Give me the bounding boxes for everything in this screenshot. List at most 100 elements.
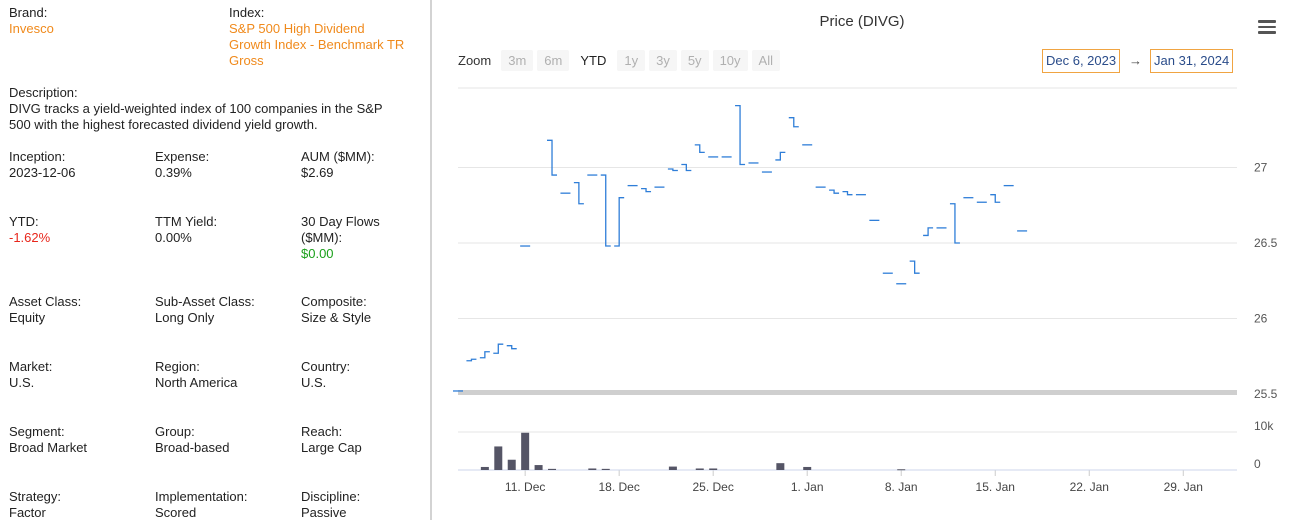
expense-field: Expense: 0.39%	[155, 149, 209, 181]
price-step-mark	[949, 203, 960, 244]
segment-field: Segment: Broad Market	[9, 424, 87, 456]
price-step-mark	[641, 187, 652, 193]
price-step-mark	[829, 189, 840, 194]
composite-value: Size & Style	[301, 310, 372, 325]
description-line-2: 500 with the highest forecasted dividend…	[9, 117, 318, 132]
description-field: Description: DIVG tracks a yield-weighte…	[9, 85, 383, 133]
volume-bar	[521, 432, 530, 470]
discipline-value: Passive	[301, 505, 347, 520]
group-field: Group: Broad-based	[155, 424, 229, 456]
strategy-field: Strategy: Factor	[9, 489, 61, 520]
strategy-value: Factor	[9, 505, 46, 520]
segment-value: Broad Market	[9, 440, 88, 455]
x-tick-label: 29. Jan	[1164, 480, 1203, 494]
reach-value: Large Cap	[301, 440, 362, 455]
flows-value: $0.00	[301, 246, 334, 261]
volume-bar	[480, 466, 489, 470]
description-label: Description:	[9, 85, 78, 100]
ytd-label: YTD:	[9, 214, 39, 229]
volume-bar	[803, 466, 812, 470]
volume-bar	[548, 468, 557, 470]
implementation-value: Scored	[155, 505, 197, 520]
fund-info-panel: Brand: Invesco Index: S&P 500 High Divid…	[0, 0, 430, 520]
index-label: Index:	[229, 5, 265, 20]
group-label: Group:	[155, 424, 195, 439]
price-tick-label: 26	[1254, 312, 1268, 326]
description-line-1: DIVG tracks a yield-weighted index of 10…	[9, 101, 383, 116]
flows-label-line-2: ($MM):	[301, 230, 343, 245]
volume-bar	[534, 465, 543, 470]
ttm-yield-field: TTM Yield: 0.00%	[155, 214, 217, 246]
country-label: Country:	[301, 359, 351, 374]
app-root: Brand: Invesco Index: S&P 500 High Divid…	[0, 0, 1292, 520]
index-value-line-2[interactable]: Growth Index - Benchmark TR	[229, 37, 404, 53]
price-chart-panel: Price (DIVG) Zoom 3m 6m YTD 1y 3y 5y 10y…	[432, 0, 1292, 520]
x-tick-label: 1. Jan	[791, 480, 824, 494]
price-tick-label: 26.5	[1254, 236, 1278, 250]
inception-label: Inception:	[9, 149, 66, 164]
strategy-label: Strategy:	[9, 489, 62, 504]
country-field: Country: U.S.	[301, 359, 350, 391]
price-step-mark	[493, 343, 504, 354]
discipline-field: Discipline: Passive	[301, 489, 360, 520]
sub-asset-class-label: Sub-Asset Class:	[155, 294, 255, 309]
volume-bar	[695, 468, 704, 470]
aum-value: $2.69	[301, 165, 334, 180]
price-step-mark	[479, 351, 490, 359]
market-field: Market: U.S.	[9, 359, 52, 391]
asset-class-label: Asset Class:	[9, 294, 82, 309]
volume-bar	[897, 469, 906, 471]
ttm-yield-value: 0.00%	[155, 230, 192, 245]
price-series	[453, 104, 1028, 392]
volume-series	[480, 432, 906, 471]
price-step-mark	[600, 174, 611, 247]
price-tick-label: 25.5	[1254, 387, 1278, 401]
price-step-mark	[788, 117, 799, 128]
sub-asset-class-field: Sub-Asset Class: Long Only	[155, 294, 255, 326]
volume-tick-label: 10k	[1254, 419, 1274, 433]
x-tick-label: 15. Jan	[976, 480, 1015, 494]
price-step-mark	[735, 104, 746, 166]
reach-field: Reach: Large Cap	[301, 424, 362, 456]
region-value: North America	[155, 375, 238, 390]
market-label: Market:	[9, 359, 53, 374]
volume-bar	[776, 463, 785, 470]
inception-value: 2023-12-06	[9, 165, 76, 180]
country-value: U.S.	[301, 375, 327, 390]
volume-bar	[494, 446, 503, 470]
price-step-mark	[923, 227, 934, 237]
expense-value: 0.39%	[155, 165, 192, 180]
volume-bar	[668, 466, 677, 470]
index-value-line-3[interactable]: Gross	[229, 53, 404, 69]
asset-class-value: Equity	[9, 310, 46, 325]
discipline-label: Discipline:	[301, 489, 361, 504]
volume-bar	[601, 468, 610, 470]
ttm-yield-label: TTM Yield:	[155, 214, 218, 229]
market-value: U.S.	[9, 375, 35, 390]
inception-field: Inception: 2023-12-06	[9, 149, 76, 181]
price-step-mark	[466, 358, 477, 362]
price-step-mark	[573, 181, 584, 205]
x-tick-label: 11. Dec	[505, 480, 545, 494]
index-field: Index: S&P 500 High Dividend Growth Inde…	[229, 5, 404, 69]
brand-field: Brand: Invesco	[9, 5, 54, 37]
grid-lines	[458, 87, 1237, 476]
price-step-mark	[775, 151, 786, 161]
price-volume-plot: 25.5 26 26.5 27 0 10k 11. Dec 18. Dec 25. Dec 1. …	[453, 87, 1278, 495]
expense-label: Expense:	[155, 149, 210, 164]
ytd-field: YTD: -1.62%	[9, 214, 50, 246]
x-tick-label: 25. Dec	[693, 480, 734, 494]
x-tick-label: 22. Jan	[1070, 480, 1109, 494]
price-step-mark	[614, 197, 625, 247]
segment-label: Segment:	[9, 424, 65, 439]
index-value-line-1[interactable]: S&P 500 High Dividend	[229, 21, 404, 37]
brand-value[interactable]: Invesco	[9, 21, 54, 37]
implementation-label: Implementation:	[155, 489, 248, 504]
flows-label-line-1: 30 Day Flows	[301, 214, 380, 229]
axis-labels: 25.5 26 26.5 27 0 10k 11. Dec 18. Dec 25. Dec 1. …	[505, 161, 1278, 495]
brand-label: Brand:	[9, 5, 48, 20]
x-tick-label: 18. Dec	[598, 480, 639, 494]
x-tick-label: 8. Jan	[885, 480, 918, 494]
volume-bar	[507, 459, 516, 470]
volume-bar	[588, 468, 597, 470]
